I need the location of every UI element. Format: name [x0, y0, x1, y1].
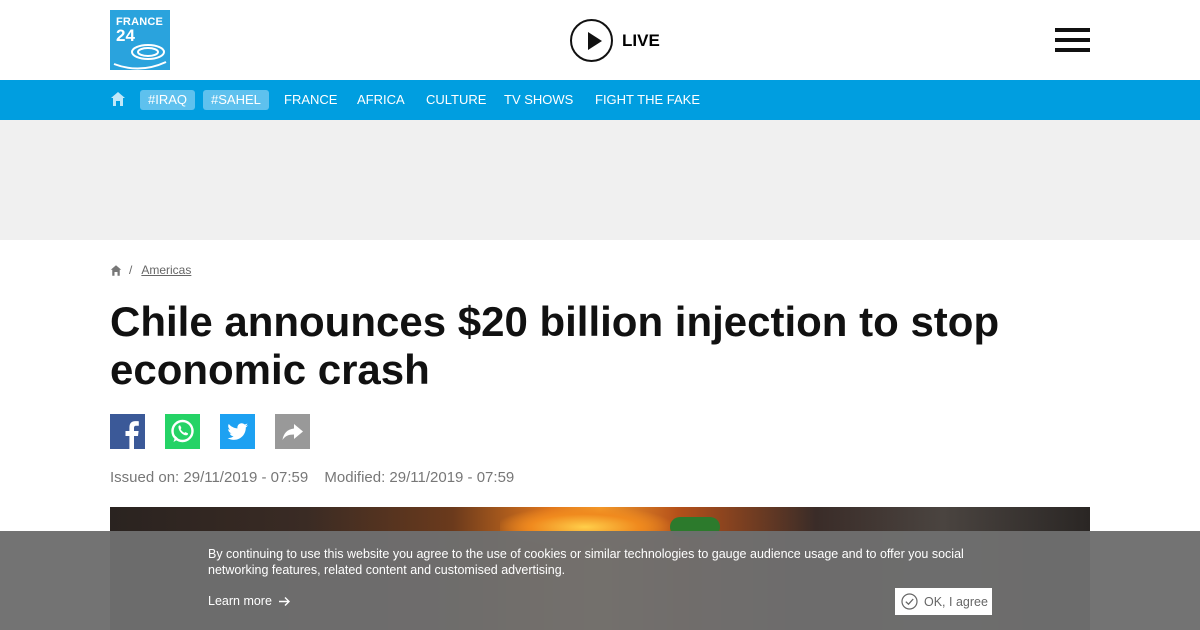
- article-dates: Issued on: 29/11/2019 - 07:59 Modified: …: [110, 469, 514, 486]
- issued-date: Issued on: 29/11/2019 - 07:59: [110, 469, 309, 486]
- nav-tag-sahel[interactable]: #SAHEL: [203, 90, 269, 110]
- breadcrumb-home-icon[interactable]: [110, 264, 122, 277]
- whatsapp-share-button[interactable]: [165, 414, 200, 449]
- nav-item-fight-the-fake[interactable]: FIGHT THE FAKE: [595, 92, 700, 108]
- cookie-message: By continuing to use this website you ag…: [208, 547, 964, 577]
- live-button[interactable]: LIVE: [570, 19, 660, 62]
- breadcrumb-separator: /: [129, 263, 133, 277]
- facebook-icon: [110, 414, 145, 449]
- breadcrumb-link-americas[interactable]: Americas: [141, 263, 191, 277]
- nav-item-africa[interactable]: AFRICA: [357, 92, 405, 108]
- play-icon: [570, 19, 613, 62]
- main-nav: #IRAQ #SAHEL FRANCE AFRICA CULTURE TV SH…: [0, 80, 1200, 120]
- checkmark-circle-icon: [901, 593, 918, 610]
- france24-logo[interactable]: FRANCE 24: [110, 10, 170, 70]
- home-icon[interactable]: [110, 91, 126, 107]
- nav-item-france[interactable]: FRANCE: [284, 92, 337, 108]
- live-label: LIVE: [622, 30, 660, 50]
- facebook-share-button[interactable]: [110, 414, 145, 449]
- agree-label: OK, I agree: [924, 594, 988, 609]
- arrow-right-icon: [278, 596, 290, 606]
- site-header: FRANCE 24 LIVE: [0, 0, 1200, 80]
- twitter-share-button[interactable]: [220, 414, 255, 449]
- logo-waves-icon: [113, 44, 167, 70]
- generic-share-button[interactable]: [275, 414, 310, 449]
- cookie-learn-more-link[interactable]: Learn more: [208, 594, 291, 608]
- article-title: Chile announces $20 billion injection to…: [110, 298, 1000, 393]
- breadcrumb: / Americas: [110, 262, 191, 278]
- cookie-agree-button[interactable]: OK, I agree: [895, 588, 992, 615]
- nav-tag-iraq[interactable]: #IRAQ: [140, 90, 196, 110]
- cookie-banner: By continuing to use this website you ag…: [0, 531, 1200, 630]
- modified-date: Modified: 29/11/2019 - 07:59: [324, 469, 515, 486]
- ad-banner-area: [0, 120, 1200, 240]
- menu-icon[interactable]: [1055, 28, 1090, 52]
- nav-item-tv-shows[interactable]: TV SHOWS: [504, 92, 573, 108]
- learn-more-label: Learn more: [208, 594, 272, 608]
- twitter-icon: [220, 414, 255, 449]
- whatsapp-icon: [165, 414, 200, 449]
- share-icon: [275, 414, 310, 449]
- nav-item-culture[interactable]: CULTURE: [426, 92, 486, 108]
